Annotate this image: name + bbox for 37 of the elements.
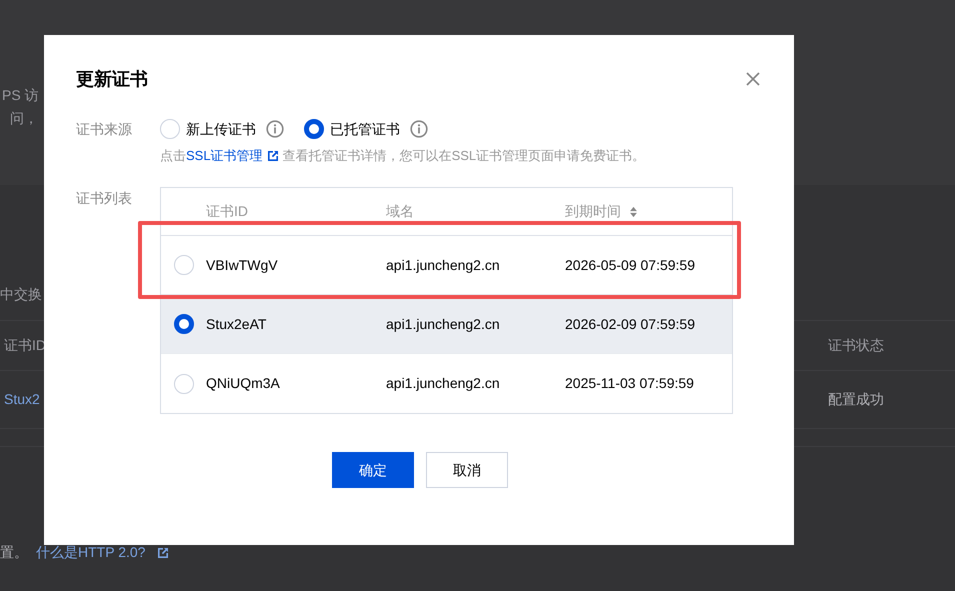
external-link-icon — [266, 150, 279, 162]
table-cell-text: 2026-05-09 07:59:59 — [565, 256, 696, 274]
ssl-management-link[interactable]: SSL证书管理 — [186, 147, 263, 165]
close-icon — [745, 71, 761, 87]
hint-text: 点击 — [160, 147, 186, 165]
hint-text: 查看托管证书详情，您可以在SSL证书管理页面申请免费证书。 — [282, 147, 646, 165]
external-link-icon — [157, 546, 170, 558]
section-label: 中交换 — [0, 284, 42, 304]
table-cell-text: api1.juncheng2.cn — [386, 256, 501, 275]
table-cell-text: 2025-11-03 07:59:59 — [565, 374, 695, 393]
cancel-button[interactable]: 取消 — [426, 452, 508, 488]
table-cell-text: 2026-02-09 07:59:59 — [565, 314, 696, 334]
dialog-title: 更新证书 — [76, 68, 148, 90]
table-cell-text: 配置成功 — [828, 390, 885, 409]
table-cell-text: VBIwTWgV — [206, 256, 279, 275]
info-icon — [410, 120, 428, 138]
help-link[interactable]: 什么是HTTP 2.0? — [36, 542, 146, 563]
table-cell-text: 证书状态 — [828, 336, 885, 355]
column-header: 域名 — [386, 202, 414, 221]
table-cell-text: api1.juncheng2.cn — [386, 314, 501, 334]
sort-icon — [629, 206, 638, 218]
background-text: 问， — [9, 109, 39, 128]
field-label: 证书列表 — [76, 189, 133, 208]
table-cell-text: QNiUQm3A — [206, 374, 281, 393]
column-header: 证书ID — [206, 202, 248, 221]
footer-text: 置。 — [0, 543, 28, 562]
radio-button[interactable] — [174, 314, 194, 334]
info-icon — [266, 120, 284, 138]
table-cell-text: Stux2 — [3, 390, 41, 409]
confirm-button[interactable]: 确定 — [332, 452, 414, 488]
field-label: 证书来源 — [76, 120, 133, 139]
table-cell-text: api1.juncheng2.cn — [386, 374, 501, 393]
radio-label[interactable]: 已托管证书 — [330, 119, 400, 139]
radio-label[interactable]: 新上传证书 — [186, 119, 256, 139]
background-text: PS 访 — [1, 86, 40, 105]
radio-button[interactable] — [304, 119, 324, 139]
table-cell-text: Stux2eAT — [206, 314, 268, 334]
